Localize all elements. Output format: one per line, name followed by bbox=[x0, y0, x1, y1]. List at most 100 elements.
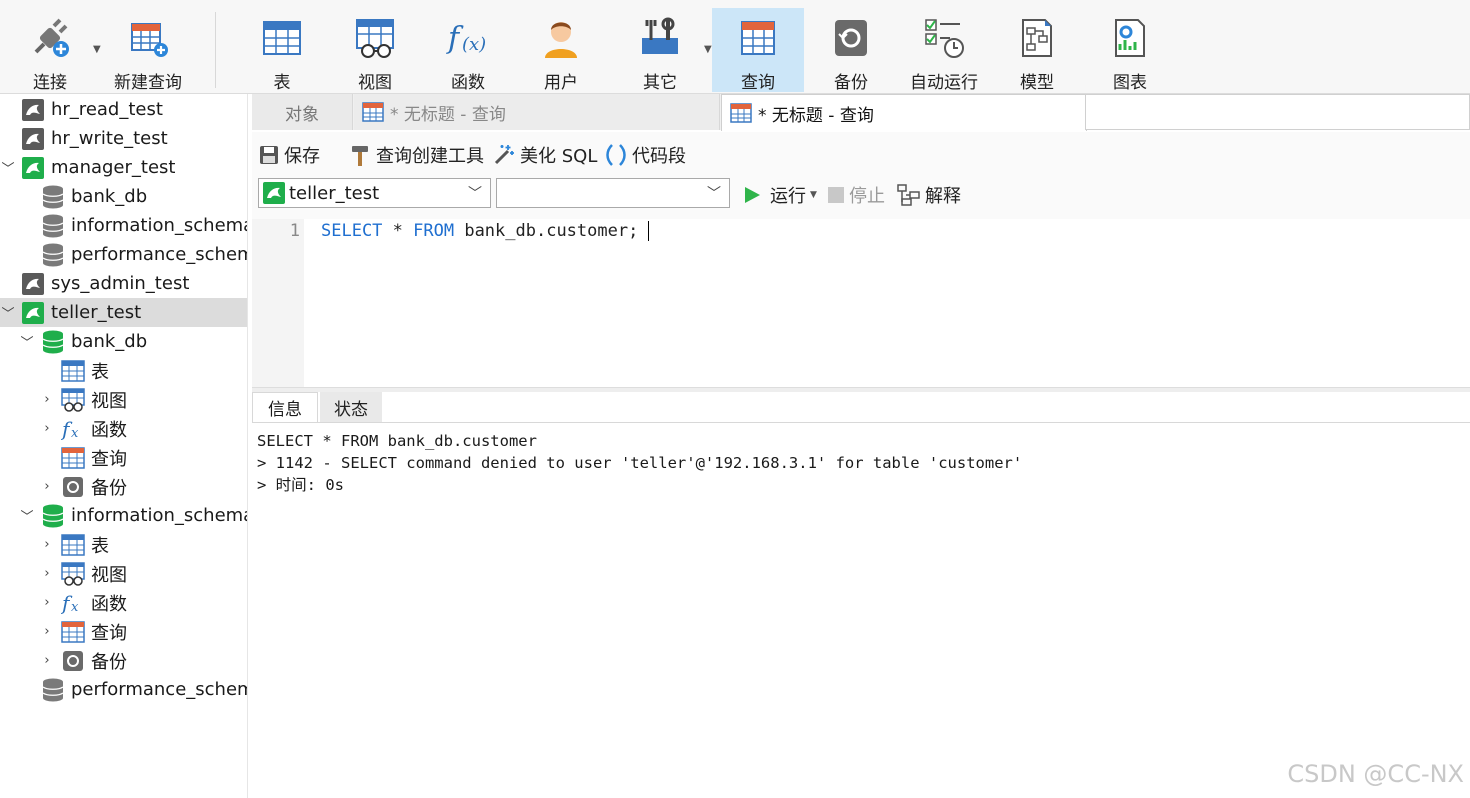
database-select[interactable]: ﹀ bbox=[496, 178, 730, 208]
run-button[interactable]: 运行 ▼ bbox=[742, 182, 817, 208]
chevron-right-icon[interactable]: › bbox=[40, 392, 54, 407]
tree-item-hr-read-test[interactable]: hr_read_test bbox=[0, 95, 247, 124]
sql-keyword: SELECT bbox=[321, 221, 383, 241]
sql-token: bank_db.customer; bbox=[454, 221, 639, 241]
chevron-down-icon[interactable]: ﹀ bbox=[1, 158, 15, 177]
tab-objects[interactable]: 对象 bbox=[252, 94, 353, 130]
tree-item-database-open[interactable]: ﹀ bank_db bbox=[0, 327, 247, 356]
table-button[interactable]: 表 bbox=[240, 8, 324, 93]
code-line[interactable]: SELECT * FROM bank_db.customer; bbox=[321, 221, 650, 241]
tab-query-untitled[interactable]: * 无标题 - 查询 bbox=[354, 94, 720, 130]
tree-item-backups[interactable]: › 备份 bbox=[0, 646, 247, 675]
tree-item-tables[interactable]: 表 bbox=[0, 356, 247, 385]
query-icon bbox=[61, 620, 85, 644]
chevron-down-icon[interactable]: ﹀ bbox=[1, 303, 15, 322]
mysql-connection-open-icon bbox=[21, 156, 45, 180]
explain-button[interactable]: 解释 bbox=[897, 182, 961, 208]
beautify-sql-button[interactable]: 美化 SQL bbox=[492, 142, 597, 168]
line-number: 1 bbox=[289, 221, 300, 241]
tree-item-database-open[interactable]: ﹀ information_schema bbox=[0, 501, 247, 530]
sql-token: * bbox=[382, 221, 414, 241]
other-dropdown-icon[interactable]: ▼ bbox=[704, 44, 712, 55]
mysql-connection-open-icon bbox=[263, 182, 285, 204]
view-icon bbox=[353, 16, 397, 60]
chevron-right-icon[interactable]: › bbox=[40, 566, 54, 581]
sql-editor[interactable]: 1 SELECT * FROM bank_db.customer; bbox=[252, 219, 1470, 387]
database-icon bbox=[41, 243, 65, 267]
code-snippet-button[interactable]: 代码段 bbox=[604, 142, 686, 168]
backup-icon bbox=[61, 649, 85, 673]
query-icon bbox=[730, 103, 752, 123]
stop-button[interactable]: 停止 bbox=[827, 182, 885, 208]
tree-item-functions[interactable]: › fx 函数 bbox=[0, 588, 247, 617]
new-query-button[interactable]: 新建查询 bbox=[106, 8, 190, 93]
save-icon bbox=[258, 144, 280, 166]
query-button[interactable]: 查询 bbox=[712, 8, 804, 93]
tree-item-sys-admin-test[interactable]: sys_admin_test bbox=[0, 269, 247, 298]
chevron-right-icon[interactable]: › bbox=[40, 624, 54, 639]
query-icon bbox=[61, 446, 85, 470]
mysql-connection-icon bbox=[21, 272, 45, 296]
tab-status[interactable]: 状态 bbox=[320, 392, 382, 422]
tree-item-backups[interactable]: › 备份 bbox=[0, 472, 247, 501]
tab-query-untitled-active[interactable]: * 无标题 - 查询 bbox=[721, 94, 1087, 131]
mysql-connection-icon bbox=[21, 127, 45, 151]
chevron-down-icon[interactable]: ﹀ bbox=[20, 506, 34, 525]
line-number-gutter: 1 bbox=[252, 219, 304, 387]
chevron-right-icon[interactable]: › bbox=[40, 537, 54, 552]
chevron-right-icon[interactable]: › bbox=[40, 479, 54, 494]
watermark: CSDN @CC-NX bbox=[1287, 760, 1464, 788]
backup-button[interactable]: 备份 bbox=[809, 8, 893, 93]
function-button[interactable]: f (x) 函数 bbox=[426, 8, 510, 93]
auto-run-button[interactable]: 自动运行 bbox=[902, 8, 986, 93]
tree-item-queries[interactable]: › 查询 bbox=[0, 617, 247, 646]
function-icon: fx bbox=[61, 417, 85, 441]
chevron-right-icon[interactable]: › bbox=[40, 653, 54, 668]
tree-item-hr-write-test[interactable]: hr_write_test bbox=[0, 124, 247, 153]
parentheses-icon bbox=[604, 143, 628, 167]
tree-item-views[interactable]: › 视图 bbox=[0, 385, 247, 414]
play-icon bbox=[742, 185, 762, 205]
chevron-right-icon[interactable]: › bbox=[40, 595, 54, 610]
svg-text:x: x bbox=[71, 426, 79, 441]
user-button[interactable]: 用户 bbox=[519, 8, 603, 93]
plug-icon bbox=[28, 16, 72, 60]
tree-item-database[interactable]: performance_schema bbox=[0, 240, 247, 269]
save-button[interactable]: 保存 bbox=[258, 142, 320, 168]
database-open-icon bbox=[41, 330, 65, 354]
tree-item-views[interactable]: › 视图 bbox=[0, 559, 247, 588]
tree-item-database[interactable]: bank_db bbox=[0, 182, 247, 211]
view-button[interactable]: 视图 bbox=[333, 8, 417, 93]
model-button[interactable]: 模型 bbox=[995, 8, 1079, 93]
tree-item-queries[interactable]: 查询 bbox=[0, 443, 247, 472]
tree-item-tables[interactable]: › 表 bbox=[0, 530, 247, 559]
view-icon bbox=[61, 387, 85, 412]
database-icon bbox=[41, 214, 65, 238]
chevron-down-icon[interactable]: ﹀ bbox=[20, 332, 34, 351]
connect-dropdown-icon[interactable]: ▼ bbox=[93, 44, 101, 55]
tree-item-database[interactable]: performance_schema bbox=[0, 675, 247, 704]
main-toolbar: 连接 ▼ 新建查询 表 视图 f (x) 函数 用户 其它 ▼ 查询 备份 自动… bbox=[0, 0, 1470, 94]
schedule-icon bbox=[922, 16, 966, 60]
other-button[interactable]: 其它 bbox=[618, 8, 702, 93]
chart-button[interactable]: 图表 bbox=[1088, 8, 1172, 93]
tools-icon bbox=[638, 16, 682, 60]
tab-info[interactable]: 信息 bbox=[252, 392, 318, 422]
new-query-icon bbox=[126, 16, 170, 60]
message-output: SELECT * FROM bank_db.customer > 1142 - … bbox=[257, 430, 1022, 496]
message-line: > 1142 - SELECT command denied to user '… bbox=[257, 454, 1023, 472]
query-builder-button[interactable]: 查询创建工具 bbox=[348, 142, 484, 168]
message-line: SELECT * FROM bank_db.customer bbox=[257, 432, 537, 450]
chevron-right-icon[interactable]: › bbox=[40, 421, 54, 436]
connect-button[interactable]: 连接 bbox=[10, 8, 90, 93]
tree-item-manager-test[interactable]: ﹀ manager_test bbox=[0, 153, 247, 182]
run-dropdown-icon[interactable]: ▼ bbox=[810, 190, 817, 200]
tree-item-database[interactable]: information_schema bbox=[0, 211, 247, 240]
tree-item-functions[interactable]: › fx 函数 bbox=[0, 414, 247, 443]
table-icon bbox=[61, 533, 85, 557]
tree-item-teller-test[interactable]: ﹀ teller_test bbox=[0, 298, 247, 327]
connection-tree[interactable]: hr_read_test hr_write_test ﹀ manager_tes… bbox=[0, 94, 248, 798]
table-icon bbox=[260, 16, 304, 60]
stop-icon bbox=[827, 186, 845, 204]
connection-select[interactable]: teller_test ﹀ bbox=[258, 178, 491, 208]
